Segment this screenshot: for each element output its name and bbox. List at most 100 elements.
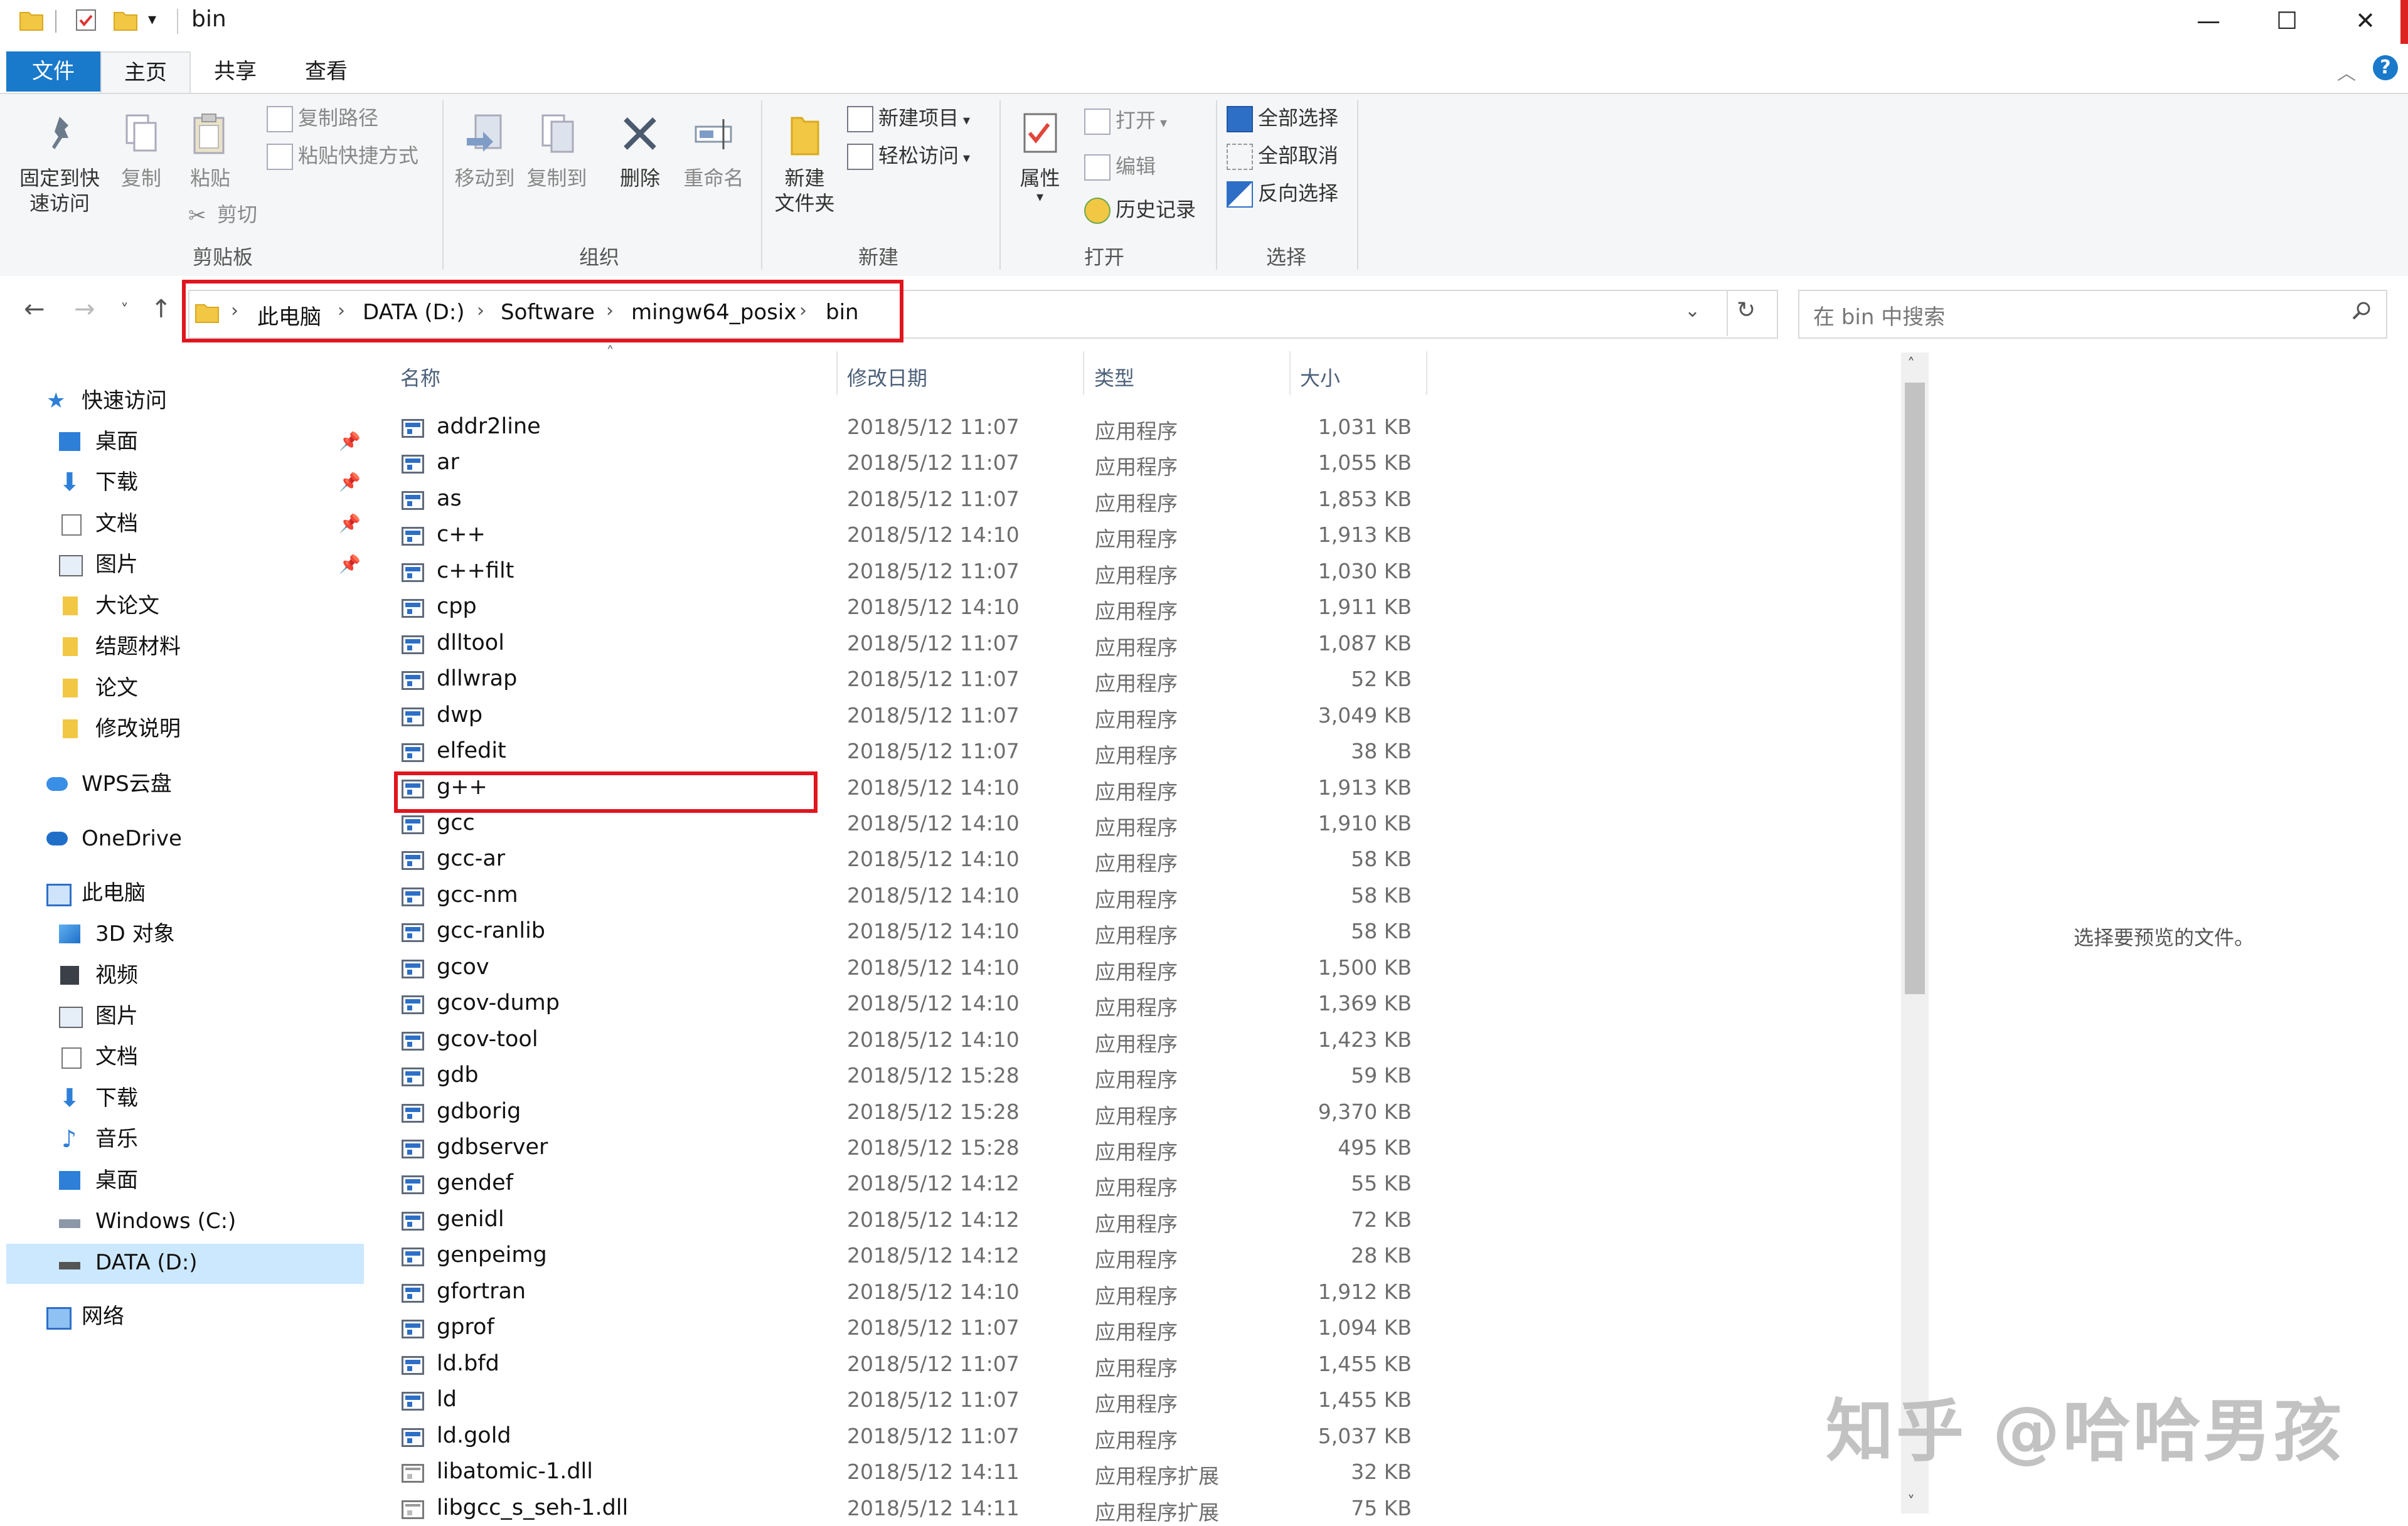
file-row[interactable]: gcov-tool2018/5/12 14:10应用程序1,423 KB	[395, 1022, 1430, 1058]
address-dropdown-icon[interactable]: ⌄	[1685, 300, 1700, 322]
file-row[interactable]: ld.bfd2018/5/12 11:07应用程序1,455 KB	[395, 1346, 1430, 1382]
column-header-date[interactable]: 修改日期	[847, 363, 927, 391]
open-button[interactable]: 打开 ▾	[1084, 108, 1167, 136]
file-row[interactable]: libgcc_s_seh-1.dll2018/5/12 14:11应用程序扩展7…	[395, 1490, 1430, 1526]
tab-home[interactable]: 主页	[100, 51, 191, 93]
move-to-button[interactable]: 移动到	[449, 110, 521, 191]
file-row[interactable]: gcc-ranlib2018/5/12 14:10应用程序58 KB	[395, 913, 1430, 950]
close-button[interactable]: ✕	[2328, 0, 2403, 44]
nav-pc-drive-c[interactable]: Windows (C:)	[0, 1202, 364, 1241]
select-none-button[interactable]: 全部取消	[1227, 143, 1338, 170]
column-separator[interactable]	[1289, 351, 1291, 395]
file-row[interactable]: gcc-ar2018/5/12 14:10应用程序58 KB	[395, 841, 1430, 877]
paste-button[interactable]: 粘贴	[182, 110, 238, 191]
nav-pc-desktop[interactable]: 桌面	[0, 1161, 364, 1200]
file-row[interactable]: gprof2018/5/12 11:07应用程序1,094 KB	[395, 1310, 1430, 1346]
rename-button[interactable]: 重命名	[678, 110, 750, 191]
file-row[interactable]: dlltool2018/5/12 11:07应用程序1,087 KB	[395, 625, 1430, 662]
nav-quick-pictures[interactable]: 图片 📌	[0, 545, 364, 584]
search-icon[interactable]	[2350, 299, 2375, 324]
nav-quick-folder[interactable]: 论文	[0, 669, 364, 707]
file-row[interactable]: ld2018/5/12 11:07应用程序1,455 KB	[395, 1382, 1430, 1418]
scroll-up-icon[interactable]: ˄	[1907, 355, 1915, 373]
copy-to-button[interactable]: 复制到	[521, 110, 593, 191]
file-row[interactable]: cpp2018/5/12 14:10应用程序1,911 KB	[395, 589, 1430, 625]
file-row[interactable]: gdborig2018/5/12 15:28应用程序9,370 KB	[395, 1094, 1430, 1130]
file-row[interactable]: elfedit2018/5/12 11:07应用程序38 KB	[395, 733, 1430, 770]
column-header-size[interactable]: 大小	[1300, 363, 1340, 391]
nav-this-pc[interactable]: 此电脑	[0, 874, 364, 913]
column-header-type[interactable]: 类型	[1094, 363, 1134, 391]
file-row[interactable]: addr2line2018/5/12 11:07应用程序1,031 KB	[395, 409, 1430, 445]
paste-shortcut-button[interactable]: 粘贴快捷方式	[267, 143, 418, 170]
new-item-button[interactable]: 新建项目 ▾	[847, 105, 970, 134]
nav-pc-downloads[interactable]: ⬇ 下载	[0, 1079, 364, 1118]
scroll-down-icon[interactable]: ˅	[1907, 1493, 1915, 1510]
edit-button[interactable]: 编辑	[1084, 154, 1156, 181]
file-row[interactable]: gfortran2018/5/12 14:10应用程序1,912 KB	[395, 1274, 1430, 1310]
history-button[interactable]: 历史记录	[1084, 197, 1196, 224]
help-icon[interactable]: ?	[2373, 55, 2398, 80]
file-row[interactable]: gendef2018/5/12 14:12应用程序55 KB	[395, 1165, 1430, 1202]
nav-quick-folder[interactable]: 修改说明	[0, 709, 364, 748]
file-row[interactable]: gdb2018/5/12 15:28应用程序59 KB	[395, 1057, 1430, 1094]
collapse-ribbon-icon[interactable]: ︿	[2337, 58, 2356, 85]
easy-access-button[interactable]: 轻松访问 ▾	[847, 143, 970, 171]
column-separator[interactable]	[836, 351, 838, 395]
pin-icon[interactable]: 📌	[339, 545, 361, 584]
file-row[interactable]: gdbserver2018/5/12 15:28应用程序495 KB	[395, 1130, 1430, 1166]
file-row[interactable]: genpeimg2018/5/12 14:12应用程序28 KB	[395, 1237, 1430, 1274]
new-folder-button[interactable]: 新建 文件夹	[769, 110, 841, 216]
select-all-button[interactable]: 全部选择	[1227, 105, 1338, 132]
file-row[interactable]: gcov2018/5/12 14:10应用程序1,500 KB	[395, 950, 1430, 986]
pin-icon[interactable]: 📌	[339, 463, 361, 502]
column-header-name[interactable]: 名称	[400, 363, 440, 391]
refresh-icon[interactable]: ↻	[1737, 297, 1755, 323]
back-button[interactable]: ←	[24, 295, 45, 324]
copy-path-button[interactable]: 复制路径	[267, 105, 378, 132]
file-row[interactable]: ar2018/5/12 11:07应用程序1,055 KB	[395, 445, 1430, 481]
file-row[interactable]: c++filt2018/5/12 11:07应用程序1,030 KB	[395, 553, 1430, 590]
nav-quick-desktop[interactable]: 桌面 📌	[0, 422, 364, 461]
properties-button[interactable]: 属性 ▾	[1004, 110, 1076, 204]
nav-quick-access[interactable]: ★ 快速访问	[0, 381, 364, 420]
nav-pc-pictures[interactable]: 图片	[0, 997, 364, 1036]
file-row[interactable]: dllwrap2018/5/12 11:07应用程序52 KB	[395, 661, 1430, 697]
nav-pc-drive-d[interactable]: DATA (D:)	[0, 1243, 364, 1282]
cut-button[interactable]: ✂剪切	[188, 202, 257, 228]
nav-pc-videos[interactable]: 视频	[0, 956, 364, 995]
pin-to-quick-access-button[interactable]: 固定到快 速访问	[13, 110, 107, 216]
minimize-button[interactable]: —	[2171, 0, 2246, 44]
maximize-button[interactable]: ☐	[2249, 0, 2325, 44]
nav-network[interactable]: 网络	[0, 1297, 364, 1336]
new-folder-qat-icon[interactable]	[113, 8, 138, 33]
nav-wps-cloud[interactable]: WPS云盘	[0, 765, 364, 803]
delete-button[interactable]: 删除	[609, 110, 671, 191]
file-row[interactable]: genidl2018/5/12 14:12应用程序72 KB	[395, 1202, 1430, 1238]
copy-button[interactable]: 复制	[113, 110, 169, 191]
up-button[interactable]: ↑	[151, 295, 172, 324]
nav-quick-folder[interactable]: 结题材料	[0, 627, 364, 666]
nav-pc-documents[interactable]: 文档	[0, 1037, 364, 1076]
pin-icon[interactable]: 📌	[339, 422, 361, 461]
properties-checkmark-icon[interactable]	[74, 8, 99, 33]
file-row[interactable]: ld.gold2018/5/12 11:07应用程序5,037 KB	[395, 1418, 1430, 1454]
tab-view[interactable]: 查看	[282, 51, 370, 92]
nav-pc-3d-objects[interactable]: 3D 对象	[0, 914, 364, 953]
tab-share[interactable]: 共享	[194, 51, 276, 92]
file-row[interactable]: c++2018/5/12 14:10应用程序1,913 KB	[395, 517, 1430, 553]
qat-dropdown-icon[interactable]: ▾	[148, 10, 156, 29]
recent-locations-button[interactable]: ˅	[120, 301, 129, 320]
file-row[interactable]: gcc-nm2018/5/12 14:10应用程序58 KB	[395, 877, 1430, 914]
file-row[interactable]: dwp2018/5/12 11:07应用程序3,049 KB	[395, 697, 1430, 734]
scrollbar-thumb[interactable]	[1905, 383, 1925, 994]
file-row[interactable]: gcov-dump2018/5/12 14:10应用程序1,369 KB	[395, 985, 1430, 1022]
column-separator[interactable]	[1426, 351, 1427, 395]
forward-button[interactable]: →	[74, 295, 95, 324]
column-separator[interactable]	[1083, 351, 1084, 395]
file-row[interactable]: libatomic-1.dll2018/5/12 14:11应用程序扩展32 K…	[395, 1454, 1430, 1490]
nav-quick-folder[interactable]: 大论文	[0, 586, 364, 625]
tab-file[interactable]: 文件	[6, 51, 100, 92]
nav-onedrive[interactable]: OneDrive	[0, 819, 364, 858]
file-row[interactable]: as2018/5/12 11:07应用程序1,853 KB	[395, 481, 1430, 517]
